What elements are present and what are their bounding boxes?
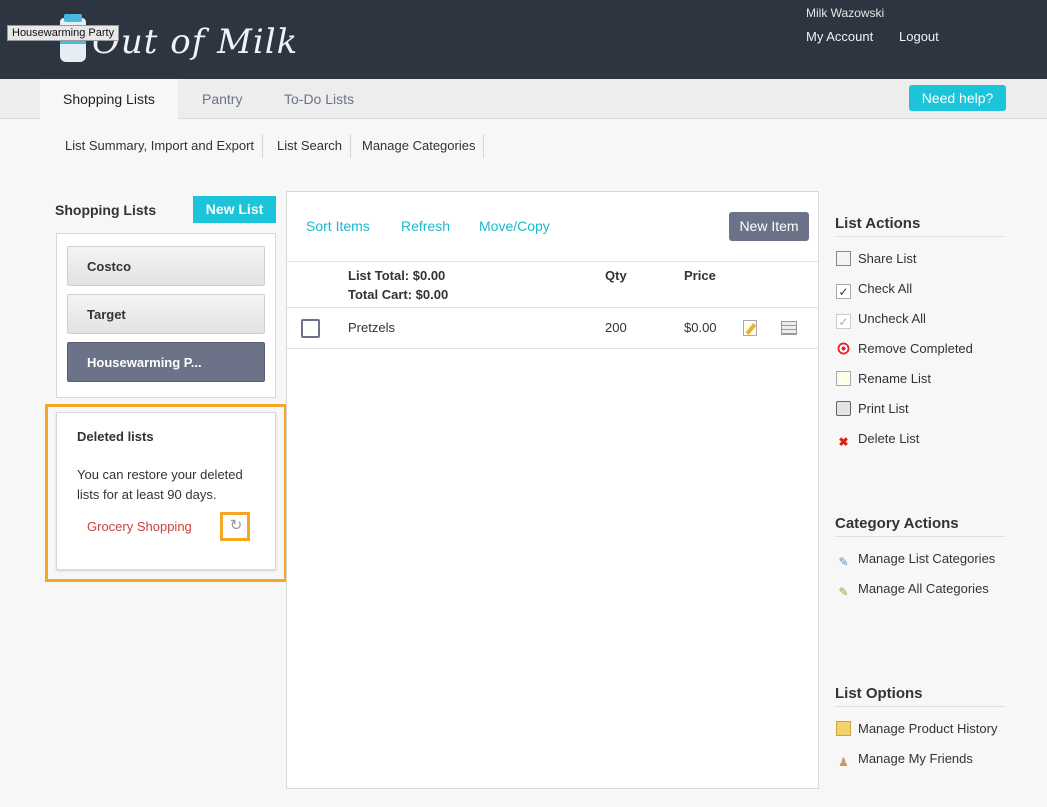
rename-icon <box>836 371 851 386</box>
tooltip: Housewarming Party <box>7 25 120 41</box>
list-options-heading: List Options <box>835 685 1005 707</box>
action-label: Manage My Friends <box>858 751 973 766</box>
table-header: List Total: $0.00 Total Cart: $0.00 Qty … <box>287 261 818 308</box>
lists-panel: Costco Target Housewarming P... <box>56 233 276 398</box>
qty-column-header: Qty <box>605 268 627 283</box>
tab-todo-lists[interactable]: To-Do Lists <box>284 79 354 119</box>
tag-icon: ✎ <box>838 555 849 569</box>
sort-items-link[interactable]: Sort Items <box>306 218 370 234</box>
cart-total: Total Cart: $0.00 <box>348 287 449 302</box>
subnav-list-search[interactable]: List Search <box>269 134 352 158</box>
action-label: Delete List <box>858 431 920 446</box>
deleted-lists-heading: Deleted lists <box>77 429 154 444</box>
share-list-action[interactable]: Share List <box>836 250 917 268</box>
restore-icon[interactable]: ↻ <box>226 516 246 536</box>
target-icon <box>836 341 851 356</box>
item-qty: 200 <box>605 320 627 335</box>
action-label: Check All <box>858 281 913 296</box>
top-header: Out of Milk Housewarming Party Milk Wazo… <box>0 0 1047 79</box>
app-logo[interactable]: Out of Milk <box>92 22 298 62</box>
deleted-lists-description: You can restore your deleted lists for a… <box>77 467 243 502</box>
manage-list-categories-action[interactable]: ✎ Manage List Categories <box>836 550 996 569</box>
manage-friends-action[interactable]: ♟ Manage My Friends <box>836 750 973 769</box>
tab-pantry[interactable]: Pantry <box>202 79 242 119</box>
logout-link[interactable]: Logout <box>899 29 939 44</box>
rename-list-action[interactable]: Rename List <box>836 370 931 388</box>
delete-list-action[interactable]: ✖ Delete List <box>836 430 920 449</box>
deleted-list-link[interactable]: Grocery Shopping <box>87 519 192 534</box>
action-label: Manage All Categories <box>858 581 989 596</box>
list-item-costco[interactable]: Costco <box>67 246 265 286</box>
refresh-link[interactable]: Refresh <box>401 218 450 234</box>
remove-completed-action[interactable]: Remove Completed <box>836 340 973 358</box>
uncheck-all-action[interactable]: ✓ Uncheck All <box>836 310 926 329</box>
new-item-button[interactable]: New Item <box>729 212 809 241</box>
list-items-panel: Sort Items Refresh Move/Copy New Item Li… <box>286 191 819 789</box>
category-actions-heading: Category Actions <box>835 515 1005 537</box>
user-name: Milk Wazowski <box>806 6 885 20</box>
deleted-lists-panel: Deleted lists You can restore your delet… <box>56 412 276 570</box>
check-icon: ✓ <box>836 284 851 299</box>
printer-icon <box>836 401 851 416</box>
subnav-list-summary[interactable]: List Summary, Import and Export <box>57 134 264 158</box>
main-tab-bar: Shopping Lists Pantry To-Do Lists Need h… <box>0 79 1047 119</box>
list-item-target[interactable]: Target <box>67 294 265 334</box>
subnav-manage-categories[interactable]: Manage Categories <box>354 134 485 158</box>
action-label: Manage List Categories <box>858 551 996 566</box>
action-label: Uncheck All <box>858 311 926 326</box>
tags-icon: ✎ <box>838 585 849 599</box>
tab-shopping-lists[interactable]: Shopping Lists <box>40 79 178 119</box>
need-help-button[interactable]: Need help? <box>909 85 1006 111</box>
manage-all-categories-action[interactable]: ✎ Manage All Categories <box>836 580 989 599</box>
list-actions-heading: List Actions <box>835 215 1005 237</box>
list-item-housewarming[interactable]: Housewarming P... <box>67 342 265 382</box>
item-price: $0.00 <box>684 320 717 335</box>
action-label: Remove Completed <box>858 341 973 356</box>
list-total: List Total: $0.00 <box>348 268 446 283</box>
history-icon <box>836 721 851 736</box>
edit-icon[interactable] <box>743 320 757 336</box>
share-icon <box>836 251 851 266</box>
my-account-link[interactable]: My Account <box>806 29 873 44</box>
item-name[interactable]: Pretzels <box>348 320 395 335</box>
shopping-lists-heading: Shopping Lists <box>55 202 157 218</box>
uncheck-icon: ✓ <box>836 314 851 329</box>
check-all-action[interactable]: ✓ Check All <box>836 280 913 299</box>
price-column-header: Price <box>684 268 716 283</box>
delete-icon: ✖ <box>838 435 849 449</box>
action-label: Manage Product History <box>858 721 998 736</box>
print-list-action[interactable]: Print List <box>836 400 909 418</box>
action-label: Share List <box>858 251 917 266</box>
new-list-button[interactable]: New List <box>193 196 276 223</box>
item-checkbox[interactable] <box>301 319 320 338</box>
action-label: Rename List <box>858 371 931 386</box>
action-label: Print List <box>858 401 909 416</box>
item-menu-icon[interactable] <box>781 321 797 335</box>
friends-icon: ♟ <box>838 755 849 769</box>
table-row: Pretzels 200 $0.00 <box>287 308 818 349</box>
move-copy-link[interactable]: Move/Copy <box>479 218 550 234</box>
manage-product-history-action[interactable]: Manage Product History <box>836 720 997 738</box>
